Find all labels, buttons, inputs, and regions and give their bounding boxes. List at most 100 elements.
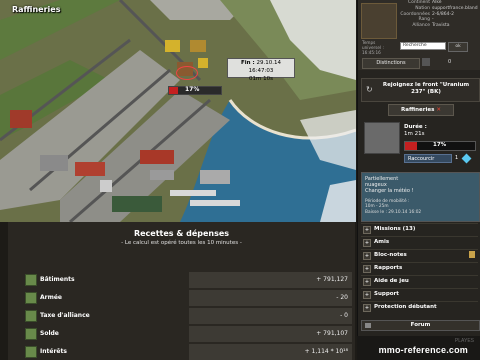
finance-row: Solde + 791,107 — [16, 326, 352, 342]
finance-row-label: Armée — [40, 294, 62, 301]
finance-row: Bâtiments + 791,127 — [16, 272, 352, 288]
back-arrow-icon: ↻ — [366, 85, 373, 94]
menu-label: Missions (13) — [374, 226, 416, 232]
watermark: mmo-reference.com — [378, 345, 468, 355]
shorten-button[interactable]: Raccourcir — [404, 154, 452, 163]
note-icon — [469, 251, 475, 258]
finance-row-value: + 791,127 — [316, 276, 348, 283]
menu-help[interactable]: + Aide de jeu — [361, 275, 478, 286]
stat-value: Alké — [432, 0, 442, 5]
weather-condition: Partiellement nuageux — [365, 176, 399, 188]
diamond-icon — [461, 153, 472, 164]
menu-protection[interactable]: + Protection débutant — [361, 301, 478, 312]
tooltip-end-label: Fin : — [241, 60, 255, 66]
join-front-label: Rejoignez le front "Uranium 237" (BK) — [382, 82, 470, 95]
selection-marker — [176, 66, 198, 80]
map-progress-bar: 17% — [168, 86, 222, 95]
lock-icon — [422, 58, 430, 66]
profile-panel: Continent Alké Nation supportfrance.bland … — [358, 0, 480, 70]
menu-label: Protection débutant — [374, 304, 437, 310]
finance-row: Intérêts + 1,114 * 10¹⁸ — [16, 344, 352, 360]
shorten-cost: 1 — [455, 155, 459, 161]
change-weather-link[interactable]: Changer la météo ! — [365, 188, 413, 194]
finance-row: Taxe d'alliance - 0 — [16, 308, 352, 324]
army-icon — [25, 292, 37, 304]
menu-reports[interactable]: + Rapports — [361, 262, 478, 273]
expand-icon: + — [363, 226, 371, 234]
refinery-building-icon — [364, 122, 400, 154]
interest-icon — [25, 346, 37, 358]
logo: PLAYES — [454, 338, 474, 344]
menu-label: Bloc-notes — [374, 252, 407, 258]
map-progress-fill — [169, 87, 178, 94]
forum-label: Forum — [410, 322, 431, 328]
finance-row-value: + 1,114 * 10¹⁸ — [304, 348, 348, 355]
stat-value: 2-6/864-2 — [432, 11, 454, 17]
menu-label: Aide de jeu — [374, 278, 409, 284]
expand-icon: + — [363, 265, 371, 273]
finance-row-valuebox: + 1,114 * 10¹⁸ — [189, 344, 352, 360]
finance-row-value: + 791,107 — [316, 330, 348, 337]
building-icon — [25, 274, 37, 286]
menu-label: Support — [374, 291, 399, 297]
expand-icon: + — [363, 304, 371, 312]
finance-row-label: Solde — [40, 330, 59, 337]
stat-value: - — [432, 17, 434, 23]
stat-value: supportfrance.bland — [432, 5, 478, 11]
finance-panel: Recettes & dépenses - Le calcul est opér… — [8, 222, 355, 360]
menu-label: Amis — [374, 239, 390, 245]
server-time-value: 16:45:16 — [362, 50, 381, 55]
forum-button[interactable]: Forum — [361, 320, 480, 331]
search-button[interactable]: ok — [448, 42, 468, 52]
finance-row-value: - 20 — [336, 294, 348, 301]
menu-label: Rapports — [374, 265, 403, 271]
footer: PLAYES mmo-reference.com — [357, 336, 480, 360]
finance-row-label: Bâtiments — [40, 276, 75, 283]
refineries-label: Raffineries — [401, 107, 435, 113]
expand-icon: + — [363, 239, 371, 247]
close-icon[interactable]: ✕ — [436, 107, 441, 113]
build-tooltip: Fin : 29.10.14 16:47:03 01m 10s — [227, 58, 295, 82]
duration-block: Durée : 1m 21s — [404, 124, 427, 138]
mobility-info: Période de mobilité : 10m - 25m Baisse l… — [365, 199, 421, 215]
build-progress-fill — [405, 142, 417, 150]
finance-row-label: Intérêts — [40, 348, 67, 355]
map-title: Raffineries — [12, 5, 61, 14]
build-progress-bar: 17% — [404, 141, 476, 151]
sidebar: Continent Alké Nation supportfrance.bland … — [357, 0, 480, 360]
finance-row-label: Taxe d'alliance — [40, 312, 90, 319]
expand-icon: + — [363, 252, 371, 260]
stat-row: Alliance Travista — [400, 23, 478, 29]
balance-icon — [25, 328, 37, 340]
tooltip-remaining: 01m 10s — [249, 76, 273, 82]
finance-row-valuebox: + 791,127 — [189, 272, 352, 288]
finance-subtitle: - Le calcul est opéré toutes les 10 minu… — [121, 240, 242, 246]
profile-stats: Continent Alké Nation supportfrance.bland … — [400, 0, 478, 29]
menu-support[interactable]: + Support — [361, 288, 478, 299]
distinctions-button[interactable]: Distinctions — [362, 58, 420, 69]
search-input[interactable]: Recherche — [400, 42, 446, 50]
finance-row-valuebox: - 0 — [189, 308, 352, 324]
game-map[interactable]: Raffineries Fin : 29.10.14 16:47:03 01m … — [0, 0, 356, 222]
finance-row-valuebox: + 791,107 — [189, 326, 352, 342]
join-front-button[interactable]: ↻ Rejoignez le front "Uranium 237" (BK) — [361, 78, 480, 102]
duration-value: 1m 21s — [404, 131, 425, 137]
distinctions-count: 0 — [448, 59, 452, 65]
build-progress-label: 17% — [433, 142, 447, 148]
finance-title: Recettes & dépenses — [133, 229, 230, 238]
finance-row-value: - 0 — [340, 312, 348, 319]
stat-value: Travista — [432, 23, 450, 29]
expand-icon: + — [363, 278, 371, 286]
menu-notepad[interactable]: + Bloc-notes — [361, 249, 478, 260]
mobility-date: Baisse le : 29.10.14 16:02 — [365, 209, 422, 215]
menu-friends[interactable]: + Amis — [361, 236, 478, 247]
menu-missions[interactable]: + Missions (13) — [361, 223, 478, 234]
alliance-tax-icon — [25, 310, 37, 322]
forum-icon — [365, 323, 371, 328]
rank-emblem-icon — [361, 3, 397, 39]
duration-label: Durée : — [404, 124, 427, 130]
weather-panel[interactable]: Partiellement nuageux Changer la météo !… — [361, 172, 480, 222]
server-time: Temps universel : 16:45:16 — [362, 40, 384, 55]
weather-text: Partiellement nuageux Changer la météo ! — [365, 176, 420, 194]
refineries-button[interactable]: Raffineries ✕ — [388, 104, 454, 116]
